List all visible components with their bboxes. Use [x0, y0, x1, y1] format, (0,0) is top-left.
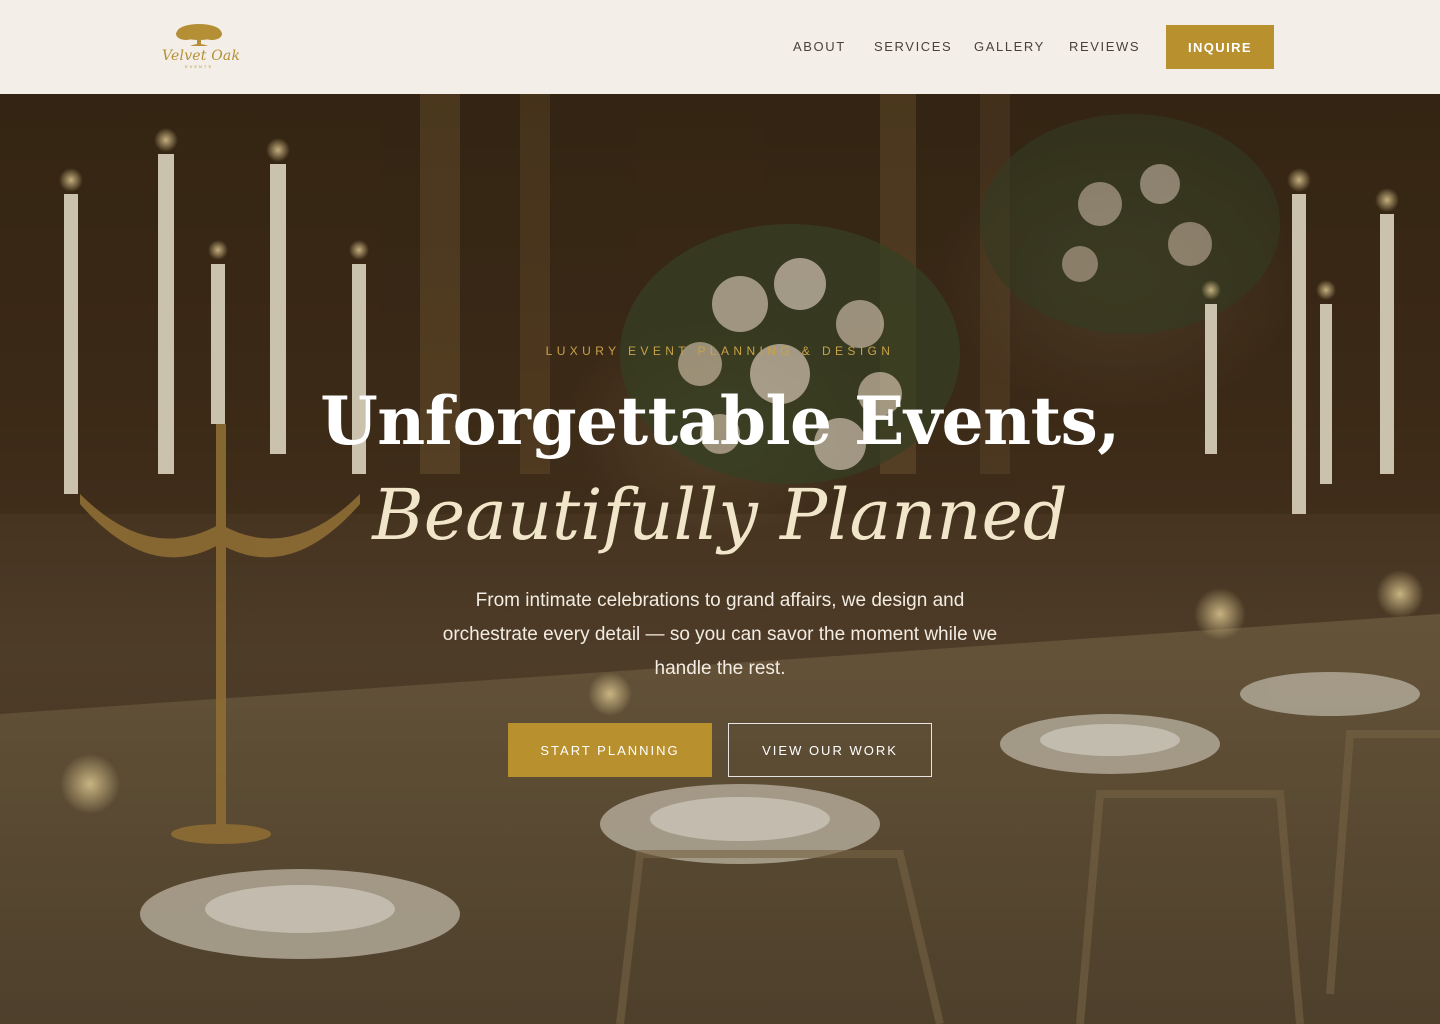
- site-header: Velvet Oak EVENTS ABOUT SERVICES GALLERY…: [0, 0, 1440, 94]
- nav-item-gallery[interactable]: GALLERY: [974, 39, 1045, 54]
- start-planning-button[interactable]: START PLANNING: [508, 723, 712, 777]
- nav-item-services[interactable]: SERVICES: [874, 39, 952, 54]
- hero-subtitle: From intimate celebrations to grand affa…: [442, 590, 998, 679]
- hero-eyebrow: LUXURY EVENT PLANNING & DESIGN: [545, 344, 895, 358]
- hero-title-italic: Beautifully Planned: [372, 474, 1068, 556]
- hero-section: LUXURY EVENT PLANNING & DESIGN Unforgett…: [0, 94, 1440, 1024]
- nav-item-reviews[interactable]: REVIEWS: [1069, 39, 1140, 54]
- view-our-work-button[interactable]: VIEW OUR WORK: [728, 723, 932, 777]
- nav-item-about[interactable]: ABOUT: [793, 39, 846, 54]
- inquire-button[interactable]: INQUIRE: [1166, 25, 1274, 69]
- hero-overlay: [0, 94, 1440, 1024]
- hero-title: Unforgettable Events,: [320, 382, 1120, 460]
- brand-name: Velvet Oak: [162, 48, 241, 64]
- oak-tree-icon: [176, 24, 222, 46]
- brand-tagline: EVENTS: [184, 64, 213, 69]
- brand-logo[interactable]: Velvet Oak EVENTS: [162, 22, 241, 72]
